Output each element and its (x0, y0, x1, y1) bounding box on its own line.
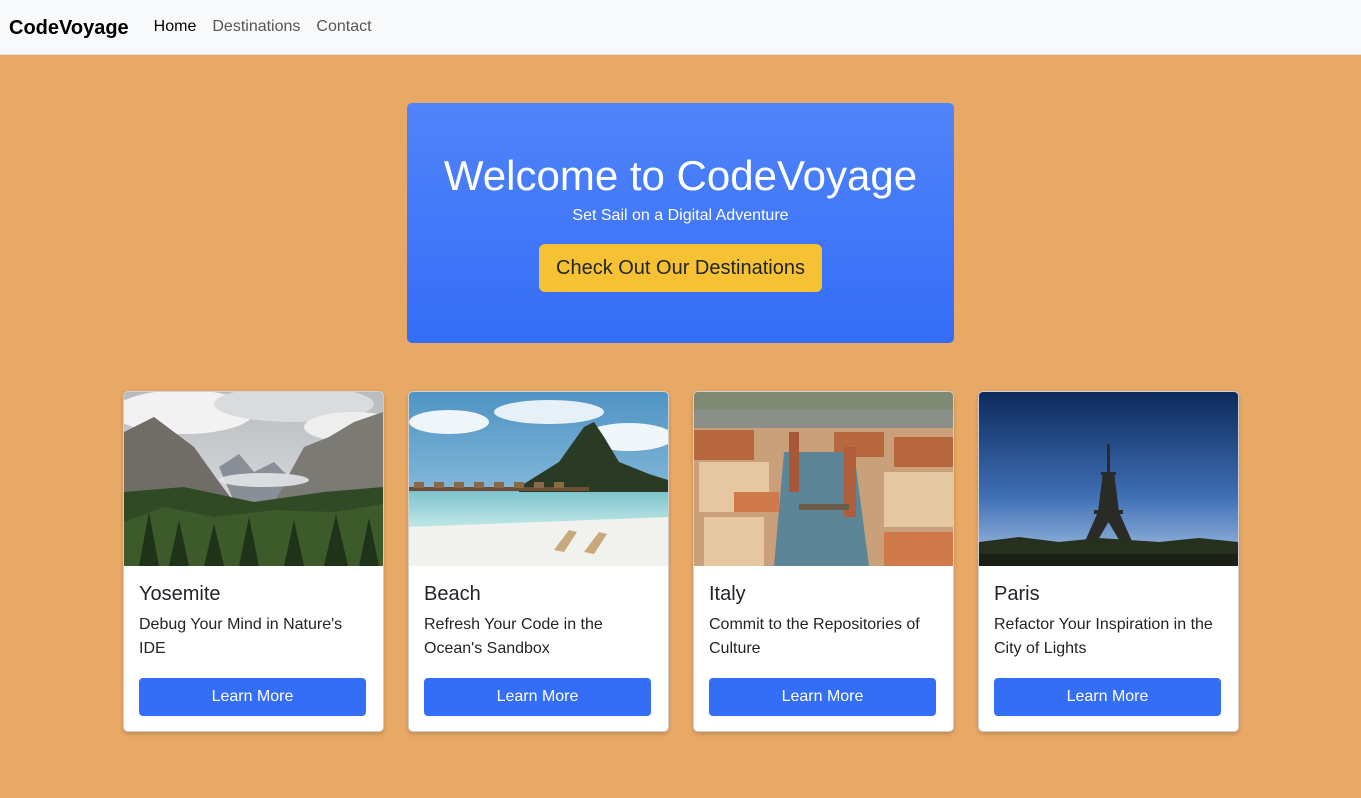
yosemite-image (124, 392, 383, 566)
nav-link-destinations[interactable]: Destinations (212, 18, 300, 36)
italy-image (694, 392, 953, 566)
learn-more-button-paris[interactable]: Learn More (994, 678, 1221, 716)
card-text: Refresh Your Code in the Ocean's Sandbox (424, 616, 603, 657)
learn-more-button-yosemite[interactable]: Learn More (139, 678, 366, 716)
nav-link-contact[interactable]: Contact (316, 18, 371, 36)
destination-card-paris: Paris Refactor Your Inspiration in the C… (978, 391, 1239, 732)
destination-card-yosemite: Yosemite Debug Your Mind in Nature's IDE… (123, 391, 384, 732)
card-text: Refactor Your Inspiration in the City of… (994, 616, 1213, 657)
paris-image (979, 392, 1238, 566)
card-title: Beach (424, 583, 481, 605)
destination-card-beach: Beach Refresh Your Code in the Ocean's S… (408, 391, 669, 732)
hero-title: Welcome to CodeVoyage (443, 152, 918, 199)
card-text: Commit to the Repositories of Culture (709, 616, 920, 657)
card-title: Paris (994, 583, 1040, 605)
nav-link-home[interactable]: Home (154, 18, 197, 36)
card-text: Debug Your Mind in Nature's IDE (139, 616, 343, 657)
brand-logo[interactable]: CodeVoyage (9, 17, 129, 40)
learn-more-button-italy[interactable]: Learn More (709, 678, 936, 716)
learn-more-button-beach[interactable]: Learn More (424, 678, 651, 716)
destinations-cta-button[interactable]: Check Out Our Destinations (539, 244, 822, 292)
beach-image (409, 392, 668, 566)
card-title: Yosemite (139, 583, 221, 605)
hero-subtitle: Set Sail on a Digital Adventure (572, 207, 789, 224)
navbar: CodeVoyage Home Destinations Contact (0, 0, 1361, 55)
destination-card-italy: Italy Commit to the Repositories of Cult… (693, 391, 954, 732)
hero-banner: Welcome to CodeVoyage Set Sail on a Digi… (407, 103, 954, 343)
card-title: Italy (709, 583, 746, 605)
